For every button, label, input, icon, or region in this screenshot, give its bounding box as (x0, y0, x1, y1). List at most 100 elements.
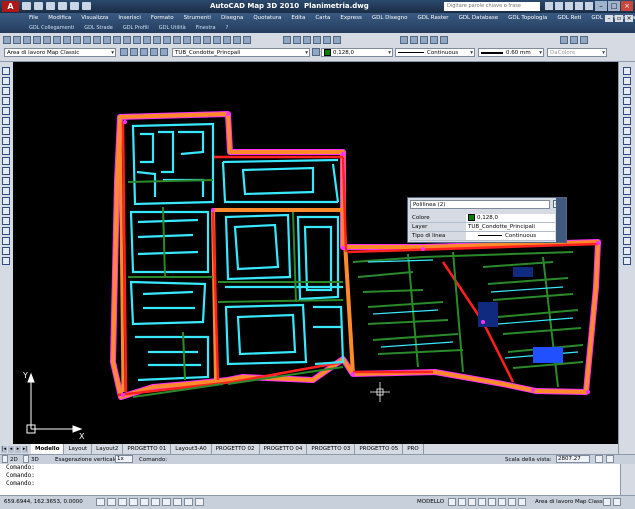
pan-status-icon[interactable] (458, 498, 466, 506)
text-style-icon[interactable] (430, 36, 438, 44)
properties-tool-icon[interactable] (623, 237, 631, 245)
layer-freeze-icon[interactable] (150, 48, 158, 56)
zoom-status-icon[interactable] (468, 498, 476, 506)
ducs-toggle-icon[interactable] (162, 498, 171, 506)
qp-layer-value[interactable]: TUB_Condotte_Principali (466, 223, 555, 231)
menu-item-10[interactable]: Express (335, 13, 366, 23)
annotation-scale-icon[interactable] (498, 498, 506, 506)
text-tool-icon[interactable] (2, 257, 10, 265)
menu-item-2[interactable]: Visualizza (76, 13, 113, 23)
polar-toggle-icon[interactable] (129, 498, 138, 506)
open-drawing-icon[interactable] (23, 36, 31, 44)
offset-tool-icon[interactable] (623, 97, 631, 105)
menu-item-4[interactable]: Formato (146, 13, 179, 23)
showmotion-icon[interactable] (488, 498, 496, 506)
steering-wheel-icon[interactable] (478, 498, 486, 506)
view-scale-dropdown[interactable]: 2807.27 (556, 455, 590, 463)
dyn-toggle-icon[interactable] (173, 498, 182, 506)
multileader-icon[interactable] (440, 36, 448, 44)
doc-minimize-button[interactable]: – (605, 15, 613, 22)
menu-item-ext-0[interactable]: GDL Collegamenti (24, 23, 79, 33)
save-icon[interactable] (46, 2, 55, 10)
print-icon[interactable] (82, 2, 91, 10)
make-current-icon[interactable] (312, 48, 320, 56)
status-options-icon[interactable] (595, 455, 603, 463)
array-tool-icon[interactable] (623, 107, 631, 115)
search-icon[interactable] (545, 2, 553, 10)
doc-restore-button[interactable]: ▫ (615, 15, 623, 22)
spline-tool-icon[interactable] (2, 147, 10, 155)
layer-manager-icon[interactable] (120, 48, 128, 56)
map-attach-icon[interactable] (293, 36, 301, 44)
layer-lock-icon[interactable] (160, 48, 168, 56)
markup-icon[interactable] (223, 36, 231, 44)
menu-item-13[interactable]: GDL Database (454, 13, 504, 23)
tab-next-icon[interactable]: ▸ (15, 445, 21, 453)
auto-scale-icon[interactable] (518, 498, 526, 506)
drawing-canvas[interactable]: Y X (13, 62, 618, 444)
layout-tab-0[interactable]: Modello (31, 444, 65, 454)
menu-item-5[interactable]: Strumenti (179, 13, 216, 23)
lineweight-dropdown[interactable]: 0.60 mm (478, 48, 544, 57)
ellipse-tool-icon[interactable] (2, 157, 10, 165)
calculator-icon[interactable] (233, 36, 241, 44)
preview-icon[interactable] (53, 36, 61, 44)
layout-tab-4[interactable]: Layout3-A0 (171, 444, 212, 454)
trim-tool-icon[interactable] (623, 157, 631, 165)
scale-tool-icon[interactable] (623, 137, 631, 145)
menu-item-8[interactable]: Edita (286, 13, 310, 23)
region-tool-icon[interactable] (2, 227, 10, 235)
subscription-icon[interactable] (555, 2, 563, 10)
undo-toolbar-icon[interactable] (123, 36, 131, 44)
layer-on-icon[interactable] (140, 48, 148, 56)
arc-tool-icon[interactable] (2, 117, 10, 125)
redo-icon[interactable] (70, 2, 79, 10)
copy-tool-icon[interactable] (623, 77, 631, 85)
dim-style-icon[interactable] (420, 36, 428, 44)
menu-item-ext-4[interactable]: Finestra (191, 23, 221, 33)
ellipse-arc-tool-icon[interactable] (2, 167, 10, 175)
qp-color-value[interactable]: 0,128,0 (466, 214, 555, 222)
menu-item-1[interactable]: Modifica (43, 13, 76, 23)
new-icon[interactable] (22, 2, 31, 10)
explode-tool-icon[interactable] (623, 227, 631, 235)
tab-prev-icon[interactable]: ◂ (8, 445, 14, 453)
lock-icon[interactable] (603, 498, 611, 506)
help-icon[interactable] (585, 2, 593, 10)
layer-tool-icon[interactable] (623, 247, 631, 255)
open-icon[interactable] (34, 2, 43, 10)
doc-close-button[interactable]: × (625, 15, 633, 22)
model-space-toggle[interactable]: MODELLO (417, 497, 444, 507)
join-tool-icon[interactable] (623, 197, 631, 205)
color-dropdown[interactable]: 0,128,0 (321, 48, 393, 57)
menu-item-11[interactable]: GDL Disegno (367, 13, 413, 23)
toggle-2d-icon[interactable] (2, 455, 8, 463)
redo-toolbar-icon[interactable] (133, 36, 141, 44)
menu-item-9[interactable]: Carta (310, 13, 335, 23)
table-tool-icon[interactable] (2, 237, 10, 245)
communication-icon[interactable] (565, 2, 573, 10)
minimize-button[interactable]: – (595, 1, 607, 11)
polygon-tool-icon[interactable] (2, 97, 10, 105)
stretch-tool-icon[interactable] (623, 147, 631, 155)
zoom-previous-icon[interactable] (173, 36, 181, 44)
workspace-switcher[interactable]: Area di lavoro Map Classic (535, 497, 607, 507)
tab-first-icon[interactable]: |◂ (1, 445, 7, 453)
menu-item-ext-3[interactable]: GDL Utilità (154, 23, 191, 33)
save-drawing-icon[interactable] (33, 36, 41, 44)
design-center-icon[interactable] (193, 36, 201, 44)
linetype-dropdown[interactable]: Continuous (395, 48, 475, 57)
command-scrollbar[interactable] (620, 464, 635, 495)
mirror-tool-icon[interactable] (623, 87, 631, 95)
search-input[interactable]: Digitare parole chiave o frase (444, 2, 540, 11)
multiline-text-tool-icon[interactable] (2, 247, 10, 255)
style-icon[interactable] (400, 36, 408, 44)
tool-palettes-icon[interactable] (203, 36, 211, 44)
copy-icon[interactable] (83, 36, 91, 44)
annotation-visibility-icon[interactable] (508, 498, 516, 506)
insert-block-tool-icon[interactable] (2, 177, 10, 185)
fillet-tool-icon[interactable] (623, 217, 631, 225)
favorites-icon[interactable] (575, 2, 583, 10)
layout-tab-6[interactable]: PROGETTO 04 (260, 444, 308, 454)
layout-tab-1[interactable]: Layout (64, 444, 93, 454)
